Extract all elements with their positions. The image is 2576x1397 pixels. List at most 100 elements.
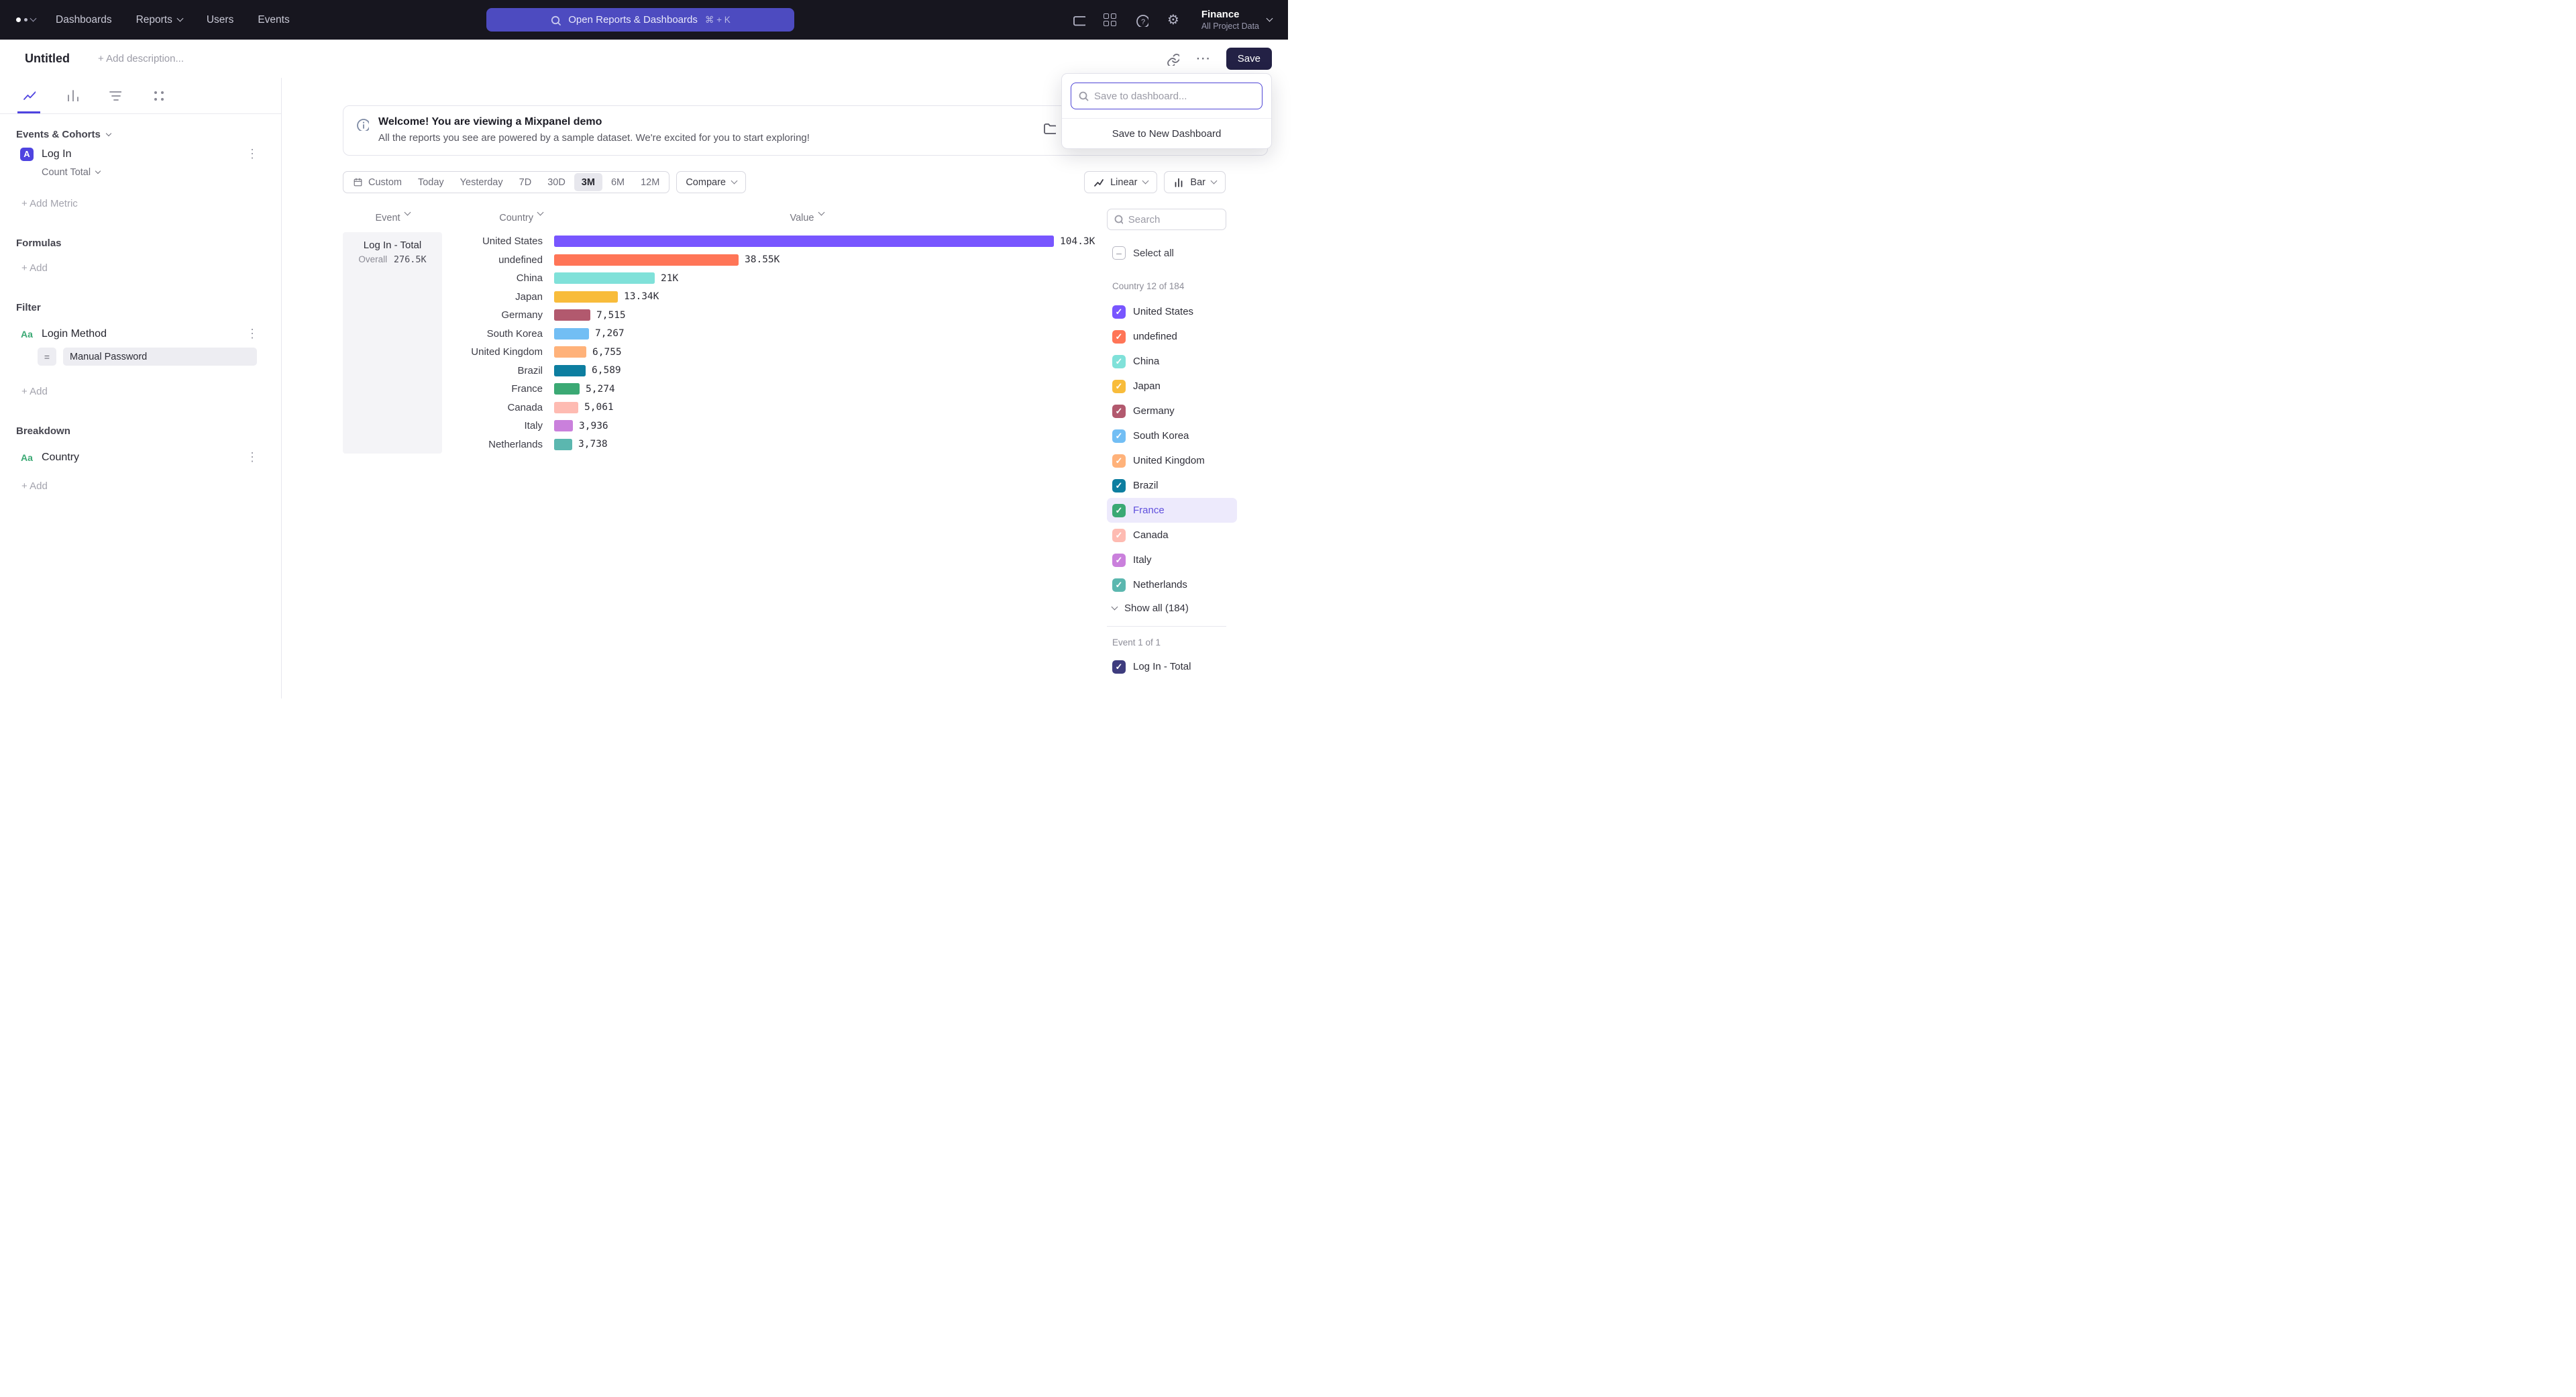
bar-china[interactable] <box>554 272 655 284</box>
legend-item-china[interactable]: ✓China <box>1107 349 1237 374</box>
select-all-row[interactable]: – Select all <box>1107 246 1268 260</box>
filter-operator[interactable]: = <box>38 348 56 366</box>
checkbox-south-korea[interactable]: ✓ <box>1112 429 1126 443</box>
legend-item-united-states[interactable]: ✓United States <box>1107 299 1237 324</box>
tab-funnel-icon[interactable] <box>103 78 126 113</box>
checkbox-germany[interactable]: ✓ <box>1112 405 1126 418</box>
cast-icon[interactable] <box>1071 13 1086 28</box>
breakdown-kebab-icon[interactable]: ⋮ <box>244 450 261 464</box>
nav-item-events[interactable]: Events <box>258 14 289 26</box>
range-yesterday[interactable]: Yesterday <box>453 173 511 191</box>
legend-item-japan[interactable]: ✓Japan <box>1107 374 1237 399</box>
breakdown-card[interactable]: Aa Country ⋮ <box>16 444 265 467</box>
scale-dropdown[interactable]: Linear <box>1084 171 1157 193</box>
checkbox-japan[interactable]: ✓ <box>1112 380 1126 393</box>
legend-search-input[interactable] <box>1128 214 1220 225</box>
range-30d[interactable]: 30D <box>540 173 573 191</box>
range-12m[interactable]: 12M <box>633 173 667 191</box>
tab-retention-grid-icon[interactable] <box>146 78 169 113</box>
checkbox-undefined[interactable]: ✓ <box>1112 330 1126 344</box>
column-header-country[interactable]: Country <box>442 213 554 223</box>
bar-united-states[interactable] <box>554 236 1054 247</box>
save-button[interactable]: Save <box>1226 48 1272 70</box>
filter-kebab-icon[interactable]: ⋮ <box>244 327 261 341</box>
folder-icon <box>1042 121 1056 134</box>
legend-item-italy[interactable]: ✓Italy <box>1107 548 1237 572</box>
select-all-checkbox[interactable]: – <box>1112 246 1126 260</box>
legend-item-canada[interactable]: ✓Canada <box>1107 523 1237 548</box>
report-title[interactable]: Untitled <box>25 52 70 66</box>
legend-item-germany[interactable]: ✓Germany <box>1107 399 1237 423</box>
copy-link-icon[interactable] <box>1165 51 1181 67</box>
bar-south-korea[interactable] <box>554 328 589 340</box>
range-7d[interactable]: 7D <box>512 173 539 191</box>
project-switcher[interactable]: Finance All Project Data <box>1201 9 1272 32</box>
checkbox-france[interactable]: ✓ <box>1112 504 1126 517</box>
checkbox-united-states[interactable]: ✓ <box>1112 305 1126 319</box>
filter-property-name[interactable]: Login Method <box>42 328 107 340</box>
bar-brazil[interactable] <box>554 365 586 376</box>
tab-bar-chart-icon[interactable] <box>60 78 83 113</box>
column-header-value[interactable]: Value <box>554 213 1059 223</box>
event-kebab-icon[interactable]: ⋮ <box>244 147 261 161</box>
save-dashboard-input[interactable] <box>1094 91 1255 102</box>
range-custom[interactable]: Custom <box>345 173 409 191</box>
legend-item-united-kingdom[interactable]: ✓United Kingdom <box>1107 448 1237 473</box>
compare-button[interactable]: Compare <box>676 171 746 193</box>
event-card[interactable]: A Log In ⋮ Count Total <box>16 140 265 185</box>
event-name[interactable]: Log In <box>42 148 71 160</box>
filter-card[interactable]: Aa Login Method ⋮ = <box>16 320 265 372</box>
nav-item-dashboards[interactable]: Dashboards <box>56 14 112 26</box>
add-description[interactable]: + Add description... <box>98 53 184 64</box>
checkbox-china[interactable]: ✓ <box>1112 355 1126 368</box>
nav-item-users[interactable]: Users <box>207 14 233 26</box>
column-header-event[interactable]: Event <box>343 213 442 223</box>
help-icon[interactable]: ? <box>1134 13 1149 28</box>
tab-insights-line-icon[interactable] <box>17 78 40 113</box>
show-all-button[interactable]: Show all (184) <box>1107 603 1268 614</box>
bar-united-kingdom[interactable] <box>554 346 586 358</box>
legend-item-undefined[interactable]: ✓undefined <box>1107 324 1237 349</box>
add-metric-button[interactable]: + Add Metric <box>21 198 265 209</box>
add-breakdown-button[interactable]: + Add <box>21 480 265 492</box>
breakdown-property-name[interactable]: Country <box>42 452 79 464</box>
mixpanel-logo[interactable] <box>16 17 36 22</box>
range-today[interactable]: Today <box>411 173 451 191</box>
legend-item-brazil[interactable]: ✓Brazil <box>1107 473 1237 498</box>
bar-undefined[interactable] <box>554 254 739 266</box>
bar-germany[interactable] <box>554 309 590 321</box>
save-to-new-dashboard-option[interactable]: Save to New Dashboard <box>1062 119 1271 148</box>
checkbox-brazil[interactable]: ✓ <box>1112 479 1126 493</box>
aggregation-dropdown[interactable]: Count Total <box>42 167 261 178</box>
legend-item-south-korea[interactable]: ✓South Korea <box>1107 423 1237 448</box>
legend-search-box[interactable] <box>1107 209 1226 230</box>
bar-japan[interactable] <box>554 291 618 303</box>
legend-item-france[interactable]: ✓France <box>1107 498 1237 523</box>
save-dashboard-search[interactable] <box>1071 83 1263 109</box>
settings-gear-icon[interactable]: ⚙ <box>1166 13 1181 28</box>
event-count-label: Event 1 of 1 <box>1107 637 1268 648</box>
global-search-button[interactable]: Open Reports & Dashboards ⌘ + K <box>486 8 794 32</box>
bar-france[interactable] <box>554 383 580 395</box>
checkbox-united-kingdom[interactable]: ✓ <box>1112 454 1126 468</box>
more-options-icon[interactable]: ⋯ <box>1195 51 1212 67</box>
bar-canada[interactable] <box>554 402 578 413</box>
legend-event-checkbox[interactable]: ✓ <box>1112 660 1126 674</box>
bar-italy[interactable] <box>554 420 573 431</box>
legend-event-item[interactable]: ✓ Log In - Total <box>1107 654 1268 679</box>
filter-value-field[interactable] <box>63 348 257 366</box>
nav-item-reports[interactable]: Reports <box>136 14 182 26</box>
chart-type-dropdown[interactable]: Bar <box>1164 171 1226 193</box>
range-3m[interactable]: 3M <box>574 173 602 191</box>
checkbox-netherlands[interactable]: ✓ <box>1112 578 1126 592</box>
legend-item-netherlands[interactable]: ✓Netherlands <box>1107 572 1237 597</box>
add-formula-button[interactable]: + Add <box>21 262 265 274</box>
checkbox-italy[interactable]: ✓ <box>1112 554 1126 567</box>
checkbox-canada[interactable]: ✓ <box>1112 529 1126 542</box>
range-6m[interactable]: 6M <box>604 173 632 191</box>
apps-grid-icon[interactable] <box>1103 13 1118 28</box>
bar-netherlands[interactable] <box>554 439 572 450</box>
bar-value-label: 38.55K <box>745 254 780 265</box>
events-section-title[interactable]: Events & Cohorts <box>16 129 265 140</box>
add-filter-button[interactable]: + Add <box>21 386 265 397</box>
